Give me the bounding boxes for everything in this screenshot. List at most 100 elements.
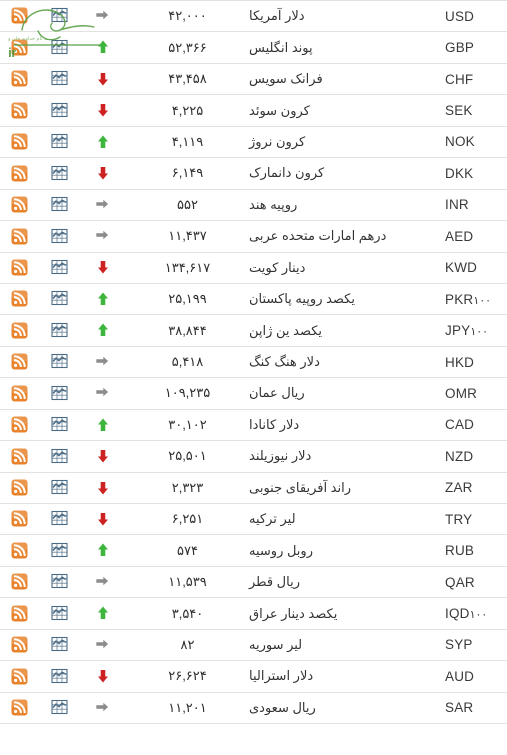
rss-feed-icon[interactable] <box>11 448 28 465</box>
chart-link-cell[interactable] <box>38 314 80 347</box>
rss-link-cell[interactable] <box>0 597 38 630</box>
rss-link-cell[interactable] <box>0 566 38 599</box>
rss-feed-icon[interactable] <box>11 668 28 685</box>
chart-grid-icon[interactable] <box>50 573 68 590</box>
chart-grid-icon[interactable] <box>50 510 68 527</box>
chart-grid-icon[interactable] <box>50 102 68 119</box>
chart-link-cell[interactable] <box>38 31 80 64</box>
rss-feed-icon[interactable] <box>11 259 28 276</box>
chart-grid-icon[interactable] <box>50 668 68 685</box>
table-row[interactable]: NZD دلار نیوزیلند ۲۵,۵۰۱ <box>0 440 507 473</box>
chart-grid-icon[interactable] <box>50 7 68 24</box>
chart-link-cell[interactable] <box>38 566 80 599</box>
chart-link-cell[interactable] <box>38 346 80 379</box>
chart-grid-icon[interactable] <box>50 448 68 465</box>
rss-link-cell[interactable] <box>0 534 38 567</box>
rss-feed-icon[interactable] <box>11 510 28 527</box>
rss-feed-icon[interactable] <box>11 416 28 433</box>
table-row[interactable]: QAR ریال قطر ۱۱,۵۳۹ <box>0 566 507 599</box>
chart-link-cell[interactable] <box>38 660 80 693</box>
table-row[interactable]: RUB روبل روسیه ۵۷۴ <box>0 534 507 567</box>
chart-grid-icon[interactable] <box>50 228 68 245</box>
table-row[interactable]: SYP لیر سوریه ۸۲ <box>0 629 507 662</box>
rss-link-cell[interactable] <box>0 346 38 379</box>
rss-feed-icon[interactable] <box>11 228 28 245</box>
rss-feed-icon[interactable] <box>11 102 28 119</box>
rss-feed-icon[interactable] <box>11 479 28 496</box>
rss-feed-icon[interactable] <box>11 39 28 56</box>
chart-grid-icon[interactable] <box>50 70 68 87</box>
chart-grid-icon[interactable] <box>50 385 68 402</box>
rss-link-cell[interactable] <box>0 157 38 190</box>
rss-link-cell[interactable] <box>0 660 38 693</box>
rss-link-cell[interactable] <box>0 472 38 505</box>
chart-link-cell[interactable] <box>38 534 80 567</box>
rss-link-cell[interactable] <box>0 283 38 316</box>
rss-link-cell[interactable] <box>0 409 38 442</box>
table-row[interactable]: INR روپیه هند ۵۵۲ <box>0 189 507 222</box>
chart-link-cell[interactable] <box>38 220 80 253</box>
chart-link-cell[interactable] <box>38 503 80 536</box>
rss-link-cell[interactable] <box>0 126 38 159</box>
rss-feed-icon[interactable] <box>11 70 28 87</box>
rss-feed-icon[interactable] <box>11 605 28 622</box>
table-row[interactable]: DKK کرون دانمارک ۶,۱۴۹ <box>0 157 507 190</box>
chart-grid-icon[interactable] <box>50 322 68 339</box>
rss-link-cell[interactable] <box>0 189 38 222</box>
rss-link-cell[interactable] <box>0 440 38 473</box>
rss-link-cell[interactable] <box>0 377 38 410</box>
chart-link-cell[interactable] <box>38 597 80 630</box>
rss-link-cell[interactable] <box>0 31 38 64</box>
chart-grid-icon[interactable] <box>50 133 68 150</box>
table-row[interactable]: KWD دینار کویت ۱۳۴,۶۱۷ <box>0 252 507 284</box>
table-row[interactable]: AUD دلار استرالیا ۲۶,۶۲۴ <box>0 660 507 693</box>
rss-feed-icon[interactable] <box>11 290 28 307</box>
chart-grid-icon[interactable] <box>50 699 68 716</box>
table-row[interactable]: OMR ریال عمان ۱۰۹,۲۳۵ <box>0 377 507 410</box>
table-row[interactable]: NOK کرون نروژ ۴,۱۱۹ <box>0 126 507 159</box>
rss-link-cell[interactable] <box>0 314 38 347</box>
chart-link-cell[interactable] <box>38 0 80 33</box>
table-row[interactable]: GBP پوند انگلیس ۵۲,۳۶۶ <box>0 31 507 64</box>
chart-link-cell[interactable] <box>38 283 80 316</box>
rss-feed-icon[interactable] <box>11 573 28 590</box>
chart-link-cell[interactable] <box>38 126 80 159</box>
chart-link-cell[interactable] <box>38 252 80 284</box>
chart-link-cell[interactable] <box>38 629 80 662</box>
rss-feed-icon[interactable] <box>11 699 28 716</box>
rss-feed-icon[interactable] <box>11 322 28 339</box>
chart-grid-icon[interactable] <box>50 290 68 307</box>
chart-grid-icon[interactable] <box>50 542 68 559</box>
chart-link-cell[interactable] <box>38 692 80 725</box>
table-row[interactable]: IQD۱۰۰ یکصد دینار عراق ۳,۵۴۰ <box>0 597 507 630</box>
rss-link-cell[interactable] <box>0 629 38 662</box>
rss-feed-icon[interactable] <box>11 636 28 653</box>
rss-feed-icon[interactable] <box>11 385 28 402</box>
rss-feed-icon[interactable] <box>11 165 28 182</box>
rss-feed-icon[interactable] <box>11 196 28 213</box>
rss-link-cell[interactable] <box>0 220 38 253</box>
rss-feed-icon[interactable] <box>11 7 28 24</box>
chart-link-cell[interactable] <box>38 377 80 410</box>
table-row[interactable]: HKD دلار هنگ کنگ ۵,۴۱۸ <box>0 346 507 379</box>
chart-grid-icon[interactable] <box>50 479 68 496</box>
chart-link-cell[interactable] <box>38 409 80 442</box>
chart-link-cell[interactable] <box>38 94 80 127</box>
chart-grid-icon[interactable] <box>50 165 68 182</box>
chart-grid-icon[interactable] <box>50 416 68 433</box>
rss-feed-icon[interactable] <box>11 133 28 150</box>
chart-link-cell[interactable] <box>38 472 80 505</box>
rss-feed-icon[interactable] <box>11 353 28 370</box>
table-row[interactable]: SEK کرون سوئد ۴,۲۲۵ <box>0 94 507 127</box>
chart-grid-icon[interactable] <box>50 39 68 56</box>
rss-feed-icon[interactable] <box>11 542 28 559</box>
table-row[interactable]: CAD دلار کانادا ۳۰,۱۰۲ <box>0 409 507 442</box>
chart-grid-icon[interactable] <box>50 196 68 213</box>
rss-link-cell[interactable] <box>0 692 38 725</box>
chart-link-cell[interactable] <box>38 189 80 222</box>
rss-link-cell[interactable] <box>0 503 38 536</box>
rss-link-cell[interactable] <box>0 252 38 284</box>
chart-grid-icon[interactable] <box>50 353 68 370</box>
chart-grid-icon[interactable] <box>50 636 68 653</box>
chart-link-cell[interactable] <box>38 63 80 96</box>
